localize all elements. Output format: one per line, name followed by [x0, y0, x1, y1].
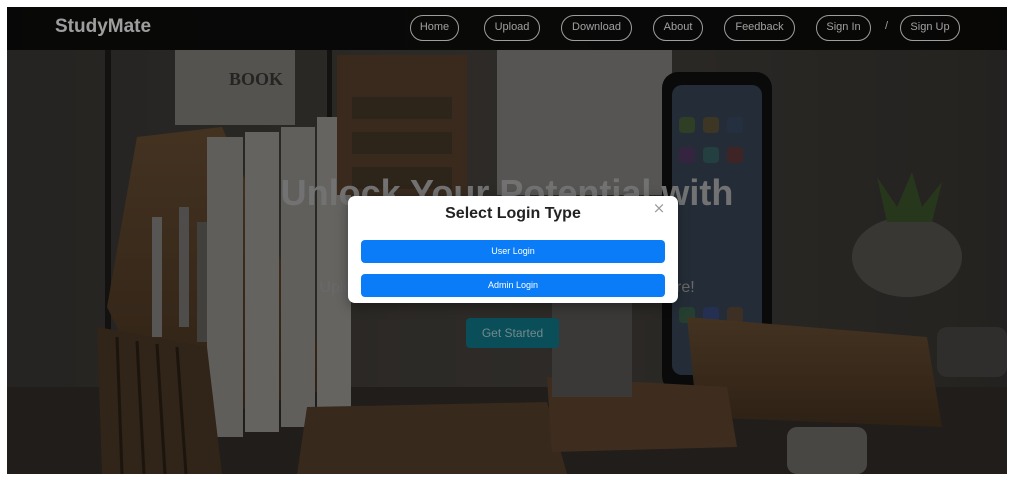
login-type-modal: Select Login Type × User Login Admin Log… — [348, 196, 678, 303]
modal-title: Select Login Type — [445, 205, 581, 222]
close-icon[interactable]: × — [651, 200, 667, 216]
app-window: BOOK StudyMate Home Upload Download Abou… — [7, 7, 1007, 474]
user-login-button[interactable]: User Login — [361, 240, 665, 263]
admin-login-button[interactable]: Admin Login — [361, 274, 665, 297]
